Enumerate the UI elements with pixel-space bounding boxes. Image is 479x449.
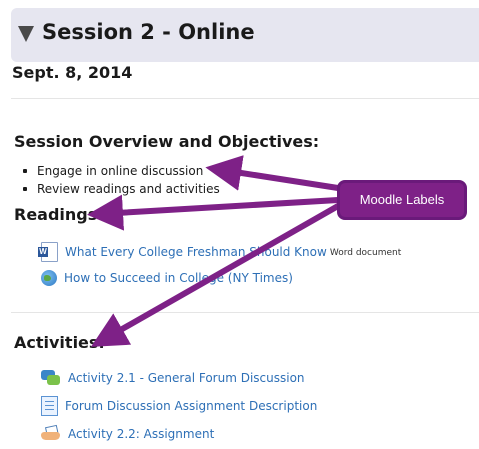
annotation-arrows: [87, 155, 341, 347]
moodle-labels-annotation: Moodle Labels: [337, 180, 467, 220]
arrow-to-activities: [90, 203, 341, 347]
arrow-to-overview: [205, 155, 341, 191]
arrow-to-readings: [87, 194, 341, 231]
